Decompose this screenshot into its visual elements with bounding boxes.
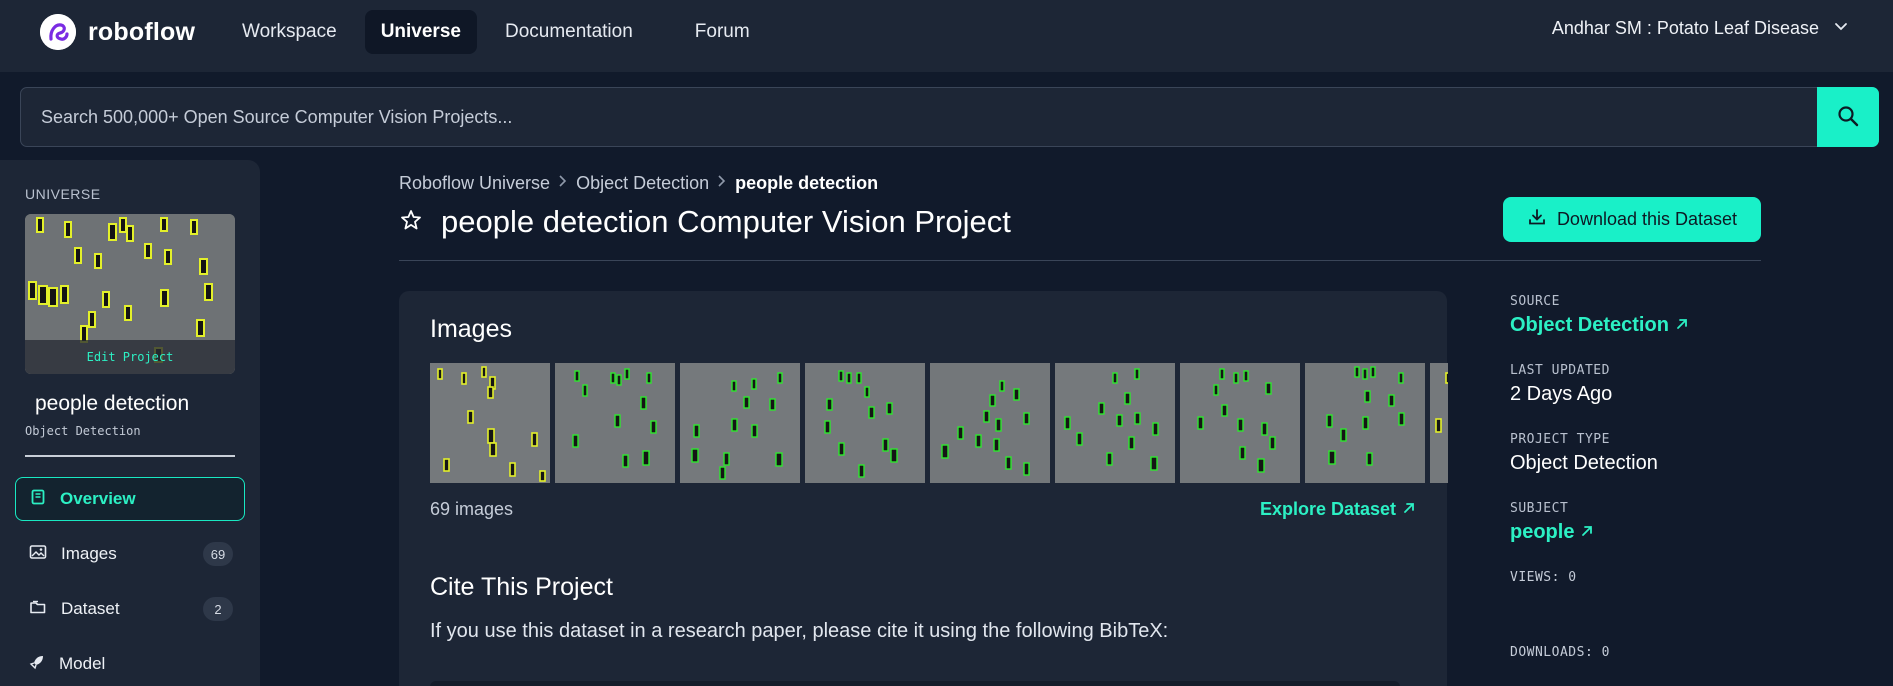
cite-heading: Cite This Project bbox=[430, 573, 613, 601]
image-thumbnail[interactable] bbox=[430, 363, 550, 483]
image-icon bbox=[29, 544, 47, 565]
image-thumbnail-strip bbox=[430, 363, 1448, 483]
bibtex-code-block[interactable] bbox=[430, 681, 1400, 686]
image-thumbnail[interactable] bbox=[1305, 363, 1425, 483]
nav-documentation[interactable]: Documentation bbox=[489, 10, 649, 54]
main-nav: Workspace Universe Documentation Forum bbox=[226, 10, 766, 54]
search-bar bbox=[20, 87, 1879, 147]
breadcrumb: Roboflow Universe Object Detection peopl… bbox=[399, 173, 878, 194]
external-link-icon bbox=[1402, 499, 1416, 520]
chevron-right-icon bbox=[717, 174, 727, 193]
image-thumbnail[interactable] bbox=[930, 363, 1050, 483]
sidebar: UNIVERSE Edit Project people detection O… bbox=[0, 160, 260, 686]
sidebar-section-label: UNIVERSE bbox=[25, 186, 101, 202]
cite-description: If you use this dataset in a research pa… bbox=[430, 620, 1169, 642]
chevron-down-icon bbox=[1833, 18, 1849, 39]
images-heading: Images bbox=[430, 315, 512, 343]
last-updated-label: LAST UPDATED bbox=[1510, 363, 1610, 378]
explore-dataset-link[interactable]: Explore Dataset bbox=[1260, 499, 1416, 520]
external-link-icon bbox=[1580, 521, 1594, 544]
images-count-badge: 69 bbox=[203, 542, 233, 566]
subject-label: SUBJECT bbox=[1510, 501, 1569, 516]
sidebar-item-dataset[interactable]: Dataset 2 bbox=[15, 587, 245, 631]
image-thumbnail[interactable] bbox=[805, 363, 925, 483]
meta-source: SOURCE Object Detection bbox=[1510, 294, 1689, 337]
image-thumbnail[interactable] bbox=[555, 363, 675, 483]
project-type-value: Object Detection bbox=[1510, 452, 1658, 474]
breadcrumb-object-detection[interactable]: Object Detection bbox=[576, 173, 709, 194]
sidebar-item-overview[interactable]: Overview bbox=[15, 477, 245, 521]
image-thumbnail[interactable] bbox=[1055, 363, 1175, 483]
sidebar-item-images[interactable]: Images 69 bbox=[15, 532, 245, 576]
title-row: people detection Computer Vision Project bbox=[399, 204, 1011, 240]
search-icon bbox=[1837, 105, 1859, 130]
subject-link[interactable]: people bbox=[1510, 521, 1594, 544]
breadcrumb-current: people detection bbox=[735, 173, 879, 193]
header-divider bbox=[399, 260, 1761, 261]
star-icon[interactable] bbox=[399, 208, 423, 237]
sidebar-item-label: Overview bbox=[60, 489, 136, 508]
top-navbar: roboflow Workspace Universe Documentatio… bbox=[0, 0, 1893, 72]
meta-last-updated: LAST UPDATED 2 Days Ago bbox=[1510, 363, 1612, 406]
sidebar-item-label: Model bbox=[59, 654, 106, 673]
roboflow-logo[interactable]: roboflow bbox=[40, 14, 195, 50]
download-dataset-label: Download this Dataset bbox=[1556, 209, 1738, 229]
project-name: people detection bbox=[35, 392, 190, 415]
nav-universe[interactable]: Universe bbox=[364, 10, 477, 54]
source-value: Object Detection bbox=[1510, 314, 1669, 336]
views-count: VIEWS: 0 bbox=[1510, 570, 1577, 585]
workspace-menu[interactable]: Andhar SM : Potato Leaf Disease bbox=[1552, 18, 1849, 39]
download-icon bbox=[1527, 207, 1547, 232]
nav-forum[interactable]: Forum bbox=[679, 10, 766, 54]
image-thumbnail[interactable] bbox=[1180, 363, 1300, 483]
image-count: 69 images bbox=[430, 499, 514, 519]
breadcrumb-universe[interactable]: Roboflow Universe bbox=[399, 173, 550, 194]
meta-subject: SUBJECT people bbox=[1510, 501, 1594, 544]
downloads-count: DOWNLOADS: 0 bbox=[1510, 645, 1610, 660]
edit-project-button[interactable]: Edit Project bbox=[25, 340, 235, 374]
image-thumbnail[interactable] bbox=[1430, 363, 1448, 483]
page-title: people detection Computer Vision Project bbox=[441, 204, 1011, 239]
rocket-icon bbox=[29, 654, 45, 675]
external-link-icon bbox=[1675, 314, 1689, 337]
chevron-right-icon bbox=[558, 174, 568, 193]
last-updated-value: 2 Days Ago bbox=[1510, 383, 1613, 405]
project-thumbnail[interactable]: Edit Project bbox=[25, 214, 235, 374]
source-link[interactable]: Object Detection bbox=[1510, 314, 1689, 337]
nav-workspace[interactable]: Workspace bbox=[226, 10, 353, 54]
subject-value: people bbox=[1510, 521, 1575, 543]
folder-icon bbox=[29, 599, 47, 620]
search-button[interactable] bbox=[1817, 87, 1879, 147]
project-overview-card: Images 69 images Explore Dataset Cite Th… bbox=[399, 291, 1448, 686]
dataset-count-badge: 2 bbox=[203, 597, 233, 621]
meta-project-type: PROJECT TYPE Object Detection bbox=[1510, 432, 1658, 475]
search-input[interactable] bbox=[21, 88, 1819, 146]
download-dataset-button[interactable]: Download this Dataset bbox=[1503, 197, 1761, 242]
image-thumbnail[interactable] bbox=[680, 363, 800, 483]
sidebar-item-label: Images bbox=[61, 544, 117, 563]
project-type-label: Object Detection bbox=[25, 424, 141, 438]
sidebar-divider bbox=[25, 455, 235, 457]
source-label: SOURCE bbox=[1510, 294, 1560, 309]
explore-dataset-label: Explore Dataset bbox=[1259, 499, 1396, 519]
book-icon bbox=[30, 489, 46, 510]
brand-name: roboflow bbox=[88, 17, 196, 46]
sidebar-item-model[interactable]: Model bbox=[15, 642, 245, 686]
sidebar-item-label: Dataset bbox=[61, 599, 120, 618]
project-type-label: PROJECT TYPE bbox=[1510, 432, 1610, 447]
workspace-menu-label: Andhar SM : Potato Leaf Disease bbox=[1551, 18, 1819, 38]
roboflow-logo-icon bbox=[40, 14, 76, 50]
